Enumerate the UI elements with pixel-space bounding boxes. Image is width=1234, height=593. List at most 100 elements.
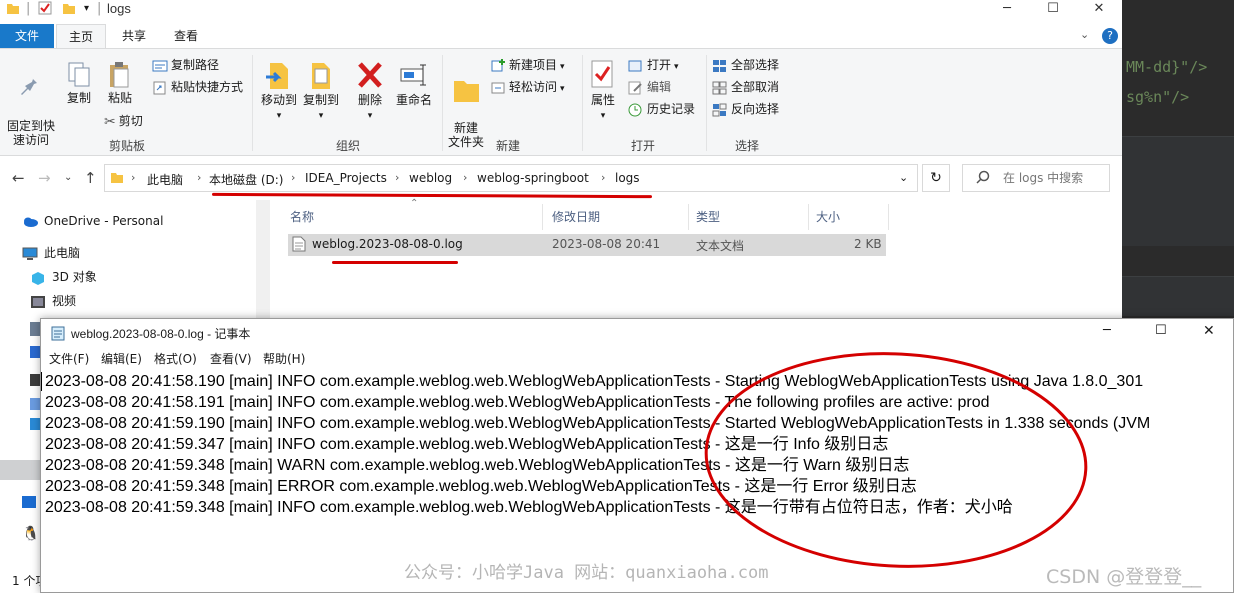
properties-button[interactable]: 属性 ▾ [586,59,620,123]
notepad-icon [51,325,65,344]
pin-quick-access-label: 固定到快 速访问 [6,119,55,147]
delete-button[interactable]: 删除 ▾ [352,59,388,123]
edit-button[interactable]: 编辑 [628,77,671,97]
group-open-title: 打开 [630,139,655,153]
separator: | [97,1,102,16]
nav-item-label: 3D 对象 [52,270,97,284]
menu-format[interactable]: 格式(O) [154,350,197,367]
annotation-ellipse [704,352,1088,568]
address-dropdown-icon[interactable]: ⌄ [899,171,908,184]
up-arrow-icon[interactable]: ↑ [84,169,97,187]
open-button[interactable]: 打开 ▾ [628,55,679,75]
file-name: weblog.2023-08-08-0.log [312,237,463,251]
copy-label: 复制 [66,91,91,105]
dropdown-icon: ▾ [600,111,606,121]
paste-label: 粘贴 [107,91,132,105]
select-none-button[interactable]: 全部取消 [712,77,779,97]
paste-shortcut-button[interactable]: 粘贴快捷方式 [152,77,243,97]
breadcrumb-logs[interactable]: logs [615,171,640,185]
ribbon-tabs: 文件 主页 共享 查看 ⌄ ? [0,24,1122,48]
close-button[interactable]: ✕ [1076,0,1122,20]
menu-help[interactable]: 帮助(H) [263,350,305,367]
column-header-name[interactable]: 名称 [290,208,314,225]
cut-button[interactable]: ✂ 剪切 [104,111,143,131]
history-button[interactable]: 历史记录 [628,99,695,119]
cut-label: 剪切 [118,114,143,128]
column-header-size[interactable]: 大小 [816,208,840,225]
pin-quick-access-button[interactable]: 固定到快 速访问 [4,61,58,147]
breadcrumb-weblog[interactable]: weblog [409,171,452,185]
tab-file[interactable]: 文件 [0,24,54,48]
nav-item-this-pc[interactable]: 此电脑 [22,243,80,263]
watermark-text: 公众号：小哈学Java 网站：quanxiaoha.com [404,563,769,583]
properties-label: 属性 [590,93,615,107]
group-new-title: 新建 [495,139,520,153]
file-list: ⌃ 名称 修改日期 类型 大小 weblog.2023-08-08-0.log … [280,198,1122,320]
menu-file[interactable]: 文件(F) [49,350,89,367]
notepad-titlebar: weblog.2023-08-08-0.log - 记事本 ─ ☐ ✕ [41,319,1233,347]
new-folder-quick-icon[interactable] [62,1,76,19]
nav-item-videos[interactable]: 视频 [30,291,76,311]
text-caret [41,372,42,391]
select-all-button[interactable]: 全部选择 [712,55,779,75]
easy-access-button[interactable]: 轻松访问 ▾ [490,77,565,97]
nav-item-selected[interactable] [0,460,40,480]
file-type: 文本文档 [696,239,745,253]
breadcrumb-drive-d[interactable]: 本地磁盘 (D:) [209,171,283,188]
invert-selection-button[interactable]: 反向选择 [712,99,779,119]
recent-locations-icon[interactable]: ⌄ [64,172,72,183]
maximize-button[interactable]: ☐ [1030,0,1076,20]
ribbon-collapse-icon[interactable]: ⌄ [1080,28,1089,41]
new-item-button[interactable]: 新建项目 ▾ [490,55,565,75]
group-separator [252,55,253,151]
move-to-button[interactable]: 移动到 ▾ [258,59,300,123]
tab-home[interactable]: 主页 [56,24,106,48]
minimize-button[interactable]: ─ [984,0,1030,20]
notepad-title: weblog.2023-08-08-0.log - 记事本 [71,327,251,341]
folder-icon [6,1,20,19]
help-icon[interactable]: ? [1102,28,1118,44]
menu-edit[interactable]: 编辑(E) [101,350,142,367]
nav-item-onedrive[interactable]: OneDrive - Personal [22,211,163,231]
folder-icon [110,170,124,187]
history-label: 历史记录 [647,102,696,116]
forward-arrow-icon[interactable]: → [38,169,51,187]
dropdown-icon: ▾ [367,111,373,121]
copy-to-button[interactable]: 复制到 ▾ [300,59,342,123]
new-folder-label: 新建 文件夹 [447,121,484,149]
move-to-label: 移动到 [260,93,297,107]
copy-button[interactable]: 复制 [62,61,96,105]
new-item-label: 新建项目 [509,58,558,72]
nav-item-label: 此电脑 [44,246,81,260]
column-separator [688,204,689,230]
column-header-modified[interactable]: 修改日期 [552,208,600,225]
close-button[interactable]: ✕ [1203,323,1215,339]
rename-button[interactable]: 重命名 [392,59,436,107]
copy-path-button[interactable]: 复制路径 [152,55,219,75]
delete-label: 删除 [357,93,382,107]
new-folder-button[interactable]: 新建 文件夹 [446,59,486,149]
easy-access-label: 轻松访问 [509,80,558,94]
column-header-type[interactable]: 类型 [696,208,720,225]
breadcrumb-idea-projects[interactable]: IDEA_Projects [305,171,387,185]
breadcrumb-separator-icon: › [291,171,296,184]
refresh-icon[interactable]: ↻ [922,164,950,192]
tab-share[interactable]: 共享 [112,24,156,48]
minimize-button[interactable]: ─ [1103,323,1111,338]
back-arrow-icon[interactable]: ← [12,169,25,187]
nav-item-3d-objects[interactable]: 3D 对象 [30,267,97,287]
tab-view[interactable]: 查看 [164,24,208,48]
network-icon [22,496,36,508]
nav-scrollbar[interactable] [256,200,270,320]
breadcrumb-this-pc[interactable]: 此电脑 [147,171,183,188]
dropdown-icon: ▾ [276,111,282,121]
group-separator [582,55,583,151]
file-row[interactable]: weblog.2023-08-08-0.log 2023-08-08 20:41… [288,234,886,256]
quick-access-dropdown-icon[interactable]: ▾ [84,3,89,14]
address-bar[interactable]: › 此电脑 › 本地磁盘 (D:) › IDEA_Projects › webl… [104,164,918,192]
paste-button[interactable]: 粘贴 [102,61,138,105]
breadcrumb-weblog-springboot[interactable]: weblog-springboot [477,171,589,185]
menu-view[interactable]: 查看(V) [210,350,252,367]
properties-quick-icon[interactable] [38,1,52,19]
maximize-button[interactable]: ☐ [1155,323,1167,338]
